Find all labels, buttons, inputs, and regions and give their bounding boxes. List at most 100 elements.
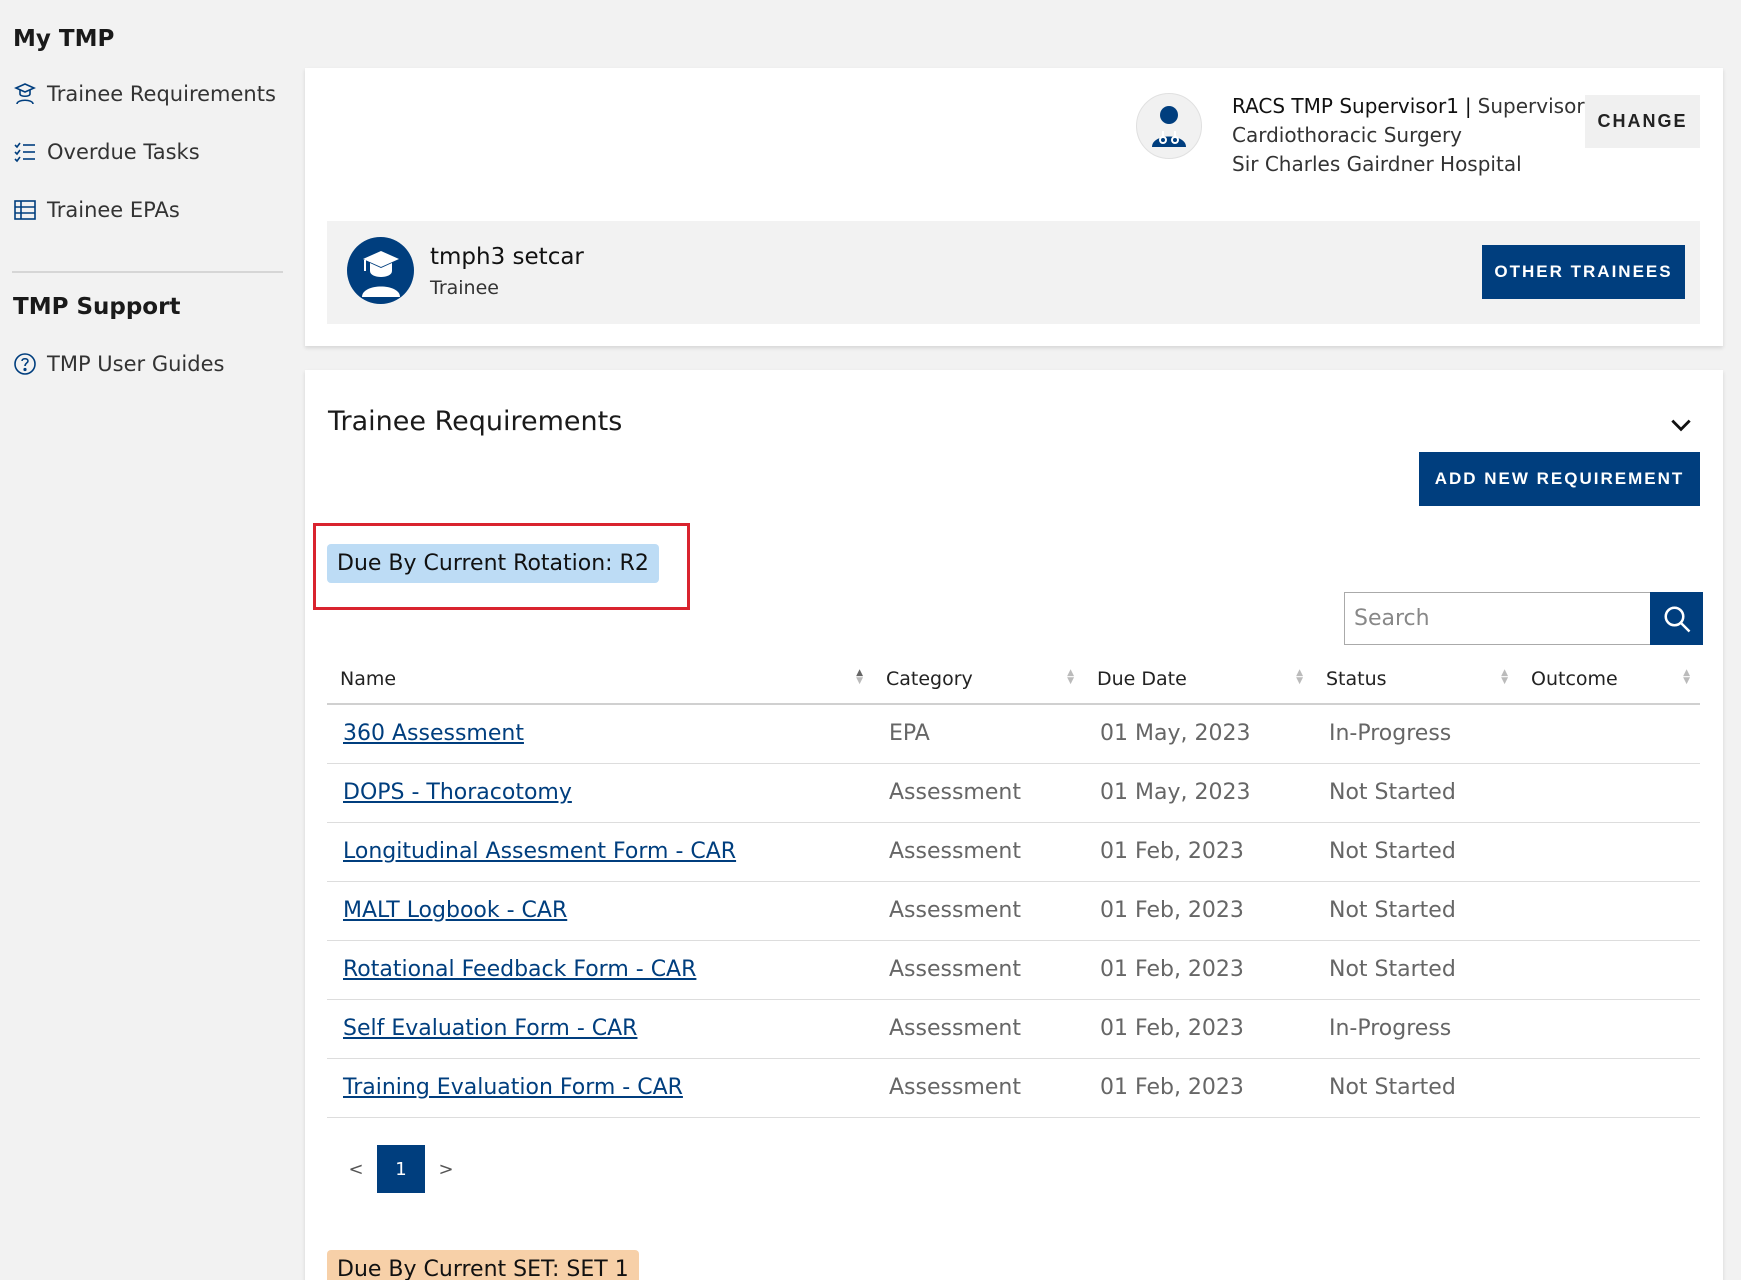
requirement-link[interactable]: MALT Logbook - CAR — [343, 898, 567, 923]
table-row: Self Evaluation Form - CAR Assessment 01… — [327, 999, 1700, 1059]
table-row: 360 Assessment EPA 01 May, 2023 In-Progr… — [327, 704, 1700, 764]
sort-icon: ▲ ▼ — [1067, 668, 1074, 686]
cell-status: Not Started — [1313, 1058, 1518, 1118]
sort-icon: ▲ ▼ — [1296, 668, 1303, 686]
table-row: DOPS - Thoracotomy Assessment 01 May, 20… — [327, 763, 1700, 823]
table-row: Rotational Feedback Form - CAR Assessmen… — [327, 940, 1700, 1000]
search-bar — [1344, 592, 1703, 645]
cell-due-date: 01 Feb, 2023 — [1084, 881, 1313, 941]
cell-due-date: 01 Feb, 2023 — [1084, 999, 1313, 1059]
trainee-panel: tmph3 setcar Trainee OTHER TRAINEES — [327, 221, 1700, 324]
cell-outcome — [1518, 999, 1700, 1059]
cell-category: Assessment — [873, 940, 1084, 1000]
cell-category: EPA — [873, 704, 1084, 764]
sidebar-item-label: Trainee Requirements — [47, 82, 276, 106]
column-header-due-date[interactable]: Due Date ▲ ▼ — [1084, 654, 1313, 705]
trainee-name: tmph3 setcar — [430, 244, 584, 270]
cell-category: Assessment — [873, 1058, 1084, 1118]
cell-due-date: 01 Feb, 2023 — [1084, 1058, 1313, 1118]
user-card: RACS TMP Supervisor1 | Supervisor Cardioth… — [305, 68, 1723, 346]
table-row: MALT Logbook - CAR Assessment 01 Feb, 20… — [327, 881, 1700, 941]
sort-icon: ▲ ▼ — [1501, 668, 1508, 686]
pagination: < 1 > — [341, 1145, 461, 1193]
column-header-name[interactable]: Name ▲ ▼ — [327, 654, 873, 705]
cell-outcome — [1518, 822, 1700, 882]
sidebar-heading-tmp-support: TMP Support — [13, 294, 181, 320]
sidebar-heading-my-tmp: My TMP — [13, 26, 115, 52]
graduate-icon — [361, 250, 400, 297]
supervisor-name: RACS TMP Supervisor1 — [1232, 94, 1459, 118]
trainee-icon — [14, 83, 36, 105]
cell-due-date: 01 May, 2023 — [1084, 763, 1313, 823]
sidebar-item-user-guides[interactable]: TMP User Guides — [13, 352, 224, 376]
pagination-prev[interactable]: < — [341, 1159, 371, 1180]
add-new-requirement-button[interactable]: ADD NEW REQUIREMENT — [1419, 452, 1700, 506]
cell-due-date: 01 May, 2023 — [1084, 704, 1313, 764]
column-header-category[interactable]: Category ▲ ▼ — [873, 654, 1084, 705]
cell-status: In-Progress — [1313, 999, 1518, 1059]
sidebar: My TMP Trainee Requirements Overdue Task… — [0, 0, 300, 1280]
pagination-next[interactable]: > — [431, 1159, 461, 1180]
cell-category: Assessment — [873, 763, 1084, 823]
set-badge: Due By Current SET: SET 1 — [327, 1250, 639, 1280]
cell-outcome — [1518, 881, 1700, 941]
cell-status: Not Started — [1313, 822, 1518, 882]
search-icon — [1664, 606, 1690, 632]
requirement-link[interactable]: Longitudinal Assesment Form - CAR — [343, 839, 736, 864]
sidebar-item-trainee-epas[interactable]: Trainee EPAs — [13, 198, 180, 222]
requirement-link[interactable]: 360 Assessment — [343, 721, 524, 746]
supervisor-avatar — [1136, 93, 1202, 159]
column-header-outcome[interactable]: Outcome ▲ ▼ — [1518, 654, 1700, 705]
requirements-title: Trainee Requirements — [328, 406, 623, 437]
supervisor-info: RACS TMP Supervisor1 | Supervisor Cardioth… — [1232, 92, 1585, 179]
sidebar-item-trainee-requirements[interactable]: Trainee Requirements — [13, 82, 276, 106]
cell-category: Assessment — [873, 999, 1084, 1059]
cell-outcome — [1518, 704, 1700, 764]
table-icon — [14, 200, 36, 220]
search-input[interactable] — [1344, 592, 1650, 645]
cell-category: Assessment — [873, 881, 1084, 941]
sidebar-item-label: Trainee EPAs — [47, 198, 180, 222]
trainee-avatar — [347, 237, 414, 304]
requirement-link[interactable]: Rotational Feedback Form - CAR — [343, 957, 696, 982]
cell-outcome — [1518, 1058, 1700, 1118]
cell-due-date: 01 Feb, 2023 — [1084, 822, 1313, 882]
cell-status: In-Progress — [1313, 704, 1518, 764]
chevron-down-icon[interactable] — [1668, 412, 1694, 438]
search-button[interactable] — [1650, 592, 1703, 645]
cell-due-date: 01 Feb, 2023 — [1084, 940, 1313, 1000]
help-circle-icon — [14, 353, 36, 375]
rotation-badge: Due By Current Rotation: R2 — [327, 544, 659, 583]
pagination-page-current[interactable]: 1 — [377, 1145, 425, 1193]
trainee-role: Trainee — [430, 277, 499, 299]
sidebar-item-label: Overdue Tasks — [47, 140, 200, 164]
cell-outcome — [1518, 763, 1700, 823]
cell-status: Not Started — [1313, 881, 1518, 941]
sidebar-item-label: TMP User Guides — [47, 352, 225, 376]
change-button[interactable]: CHANGE — [1585, 95, 1700, 148]
cell-outcome — [1518, 940, 1700, 1000]
sidebar-item-overdue-tasks[interactable]: Overdue Tasks — [13, 140, 200, 164]
cell-status: Not Started — [1313, 763, 1518, 823]
table-header-row: Name ▲ ▼ Category ▲ ▼ Due Date ▲ ▼ Status ▲ ▼ Ou… — [327, 654, 1700, 705]
sort-icon: ▲ ▼ — [1683, 668, 1690, 686]
requirements-card: Trainee Requirements ADD NEW REQUIREMENT… — [305, 370, 1723, 1280]
supervisor-hospital: Sir Charles Gairdner Hospital — [1232, 152, 1522, 176]
column-header-status[interactable]: Status ▲ ▼ — [1313, 654, 1518, 705]
supervisor-separator: | — [1464, 94, 1472, 118]
table-row: Longitudinal Assesment Form - CAR Assess… — [327, 822, 1700, 882]
cell-status: Not Started — [1313, 940, 1518, 1000]
supervisor-specialty: Cardiothoracic Surgery — [1232, 123, 1463, 147]
table-row: Training Evaluation Form - CAR Assessmen… — [327, 1058, 1700, 1118]
supervisor-role: Supervisor — [1477, 94, 1585, 118]
cell-category: Assessment — [873, 822, 1084, 882]
requirement-link[interactable]: DOPS - Thoracotomy — [343, 780, 572, 805]
requirement-link[interactable]: Self Evaluation Form - CAR — [343, 1016, 637, 1041]
sort-icon: ▲ ▼ — [856, 668, 863, 686]
requirement-link[interactable]: Training Evaluation Form - CAR — [343, 1075, 683, 1100]
checklist-icon — [14, 142, 35, 163]
sidebar-divider — [12, 271, 283, 273]
doctor-icon — [1152, 106, 1186, 147]
other-trainees-button[interactable]: OTHER TRAINEES — [1482, 245, 1685, 299]
requirements-table: Name ▲ ▼ Category ▲ ▼ Due Date ▲ ▼ Status ▲ ▼ Ou… — [327, 654, 1700, 1118]
